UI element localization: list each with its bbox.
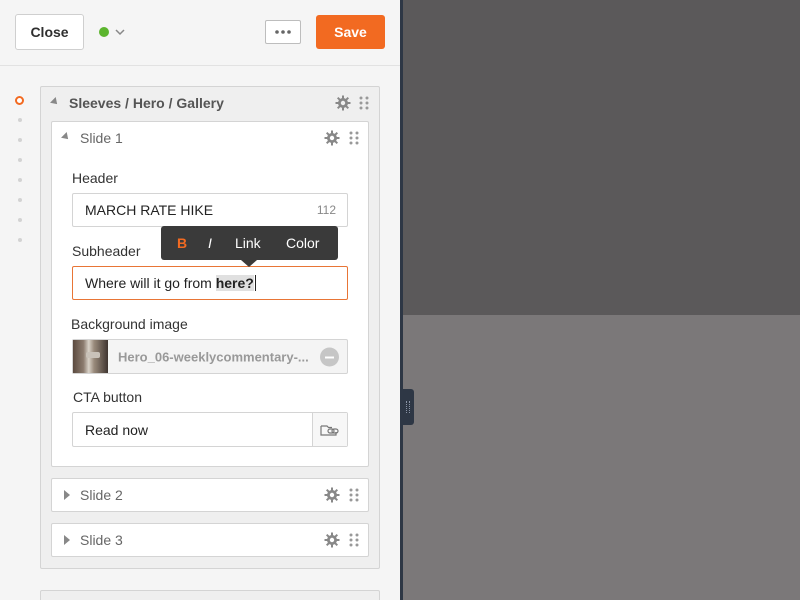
- cta-input[interactable]: Read now: [72, 412, 348, 447]
- cta-value: Read now: [85, 421, 149, 438]
- gear-icon[interactable]: [324, 532, 340, 548]
- save-button[interactable]: Save: [316, 15, 385, 49]
- step-marker-active[interactable]: [15, 96, 24, 105]
- expand-triangle-icon[interactable]: [64, 535, 70, 545]
- editor-panel: Close Save Sleeves / Hero / Gallery Slid…: [0, 0, 400, 600]
- editor-topbar: Close Save: [0, 0, 400, 66]
- gear-icon[interactable]: [335, 95, 351, 111]
- resize-handle[interactable]: [402, 389, 414, 425]
- image-thumbnail: [73, 340, 108, 373]
- cta-label: CTA button: [73, 389, 143, 405]
- preview-lower-area: [403, 315, 800, 600]
- slide-title[interactable]: Slide 1: [80, 130, 123, 146]
- subheader-input[interactable]: Where will it go from here?: [72, 266, 348, 300]
- bold-button[interactable]: B: [177, 235, 187, 251]
- step-marker[interactable]: [18, 218, 22, 222]
- link-icon: [320, 424, 339, 436]
- color-button[interactable]: Color: [286, 235, 319, 251]
- step-marker[interactable]: [18, 198, 22, 202]
- background-file-name: Hero_06-weeklycommentary-...: [118, 349, 309, 364]
- remove-icon[interactable]: [320, 347, 339, 366]
- header-input[interactable]: MARCH RATE HIKE 112: [72, 193, 348, 227]
- italic-button[interactable]: I: [208, 235, 212, 251]
- background-image-field[interactable]: Hero_06-weeklycommentary-...: [72, 339, 348, 374]
- gear-icon[interactable]: [324, 487, 340, 503]
- close-button[interactable]: Close: [15, 14, 84, 50]
- preview-area: [403, 0, 800, 315]
- gear-icon[interactable]: [324, 130, 340, 146]
- step-marker[interactable]: [18, 118, 22, 122]
- slide-title[interactable]: Slide 3: [80, 532, 123, 548]
- breadcrumb[interactable]: Sleeves / Hero / Gallery: [69, 95, 224, 111]
- step-marker[interactable]: [18, 158, 22, 162]
- drag-handle-icon[interactable]: [349, 487, 359, 503]
- text-caret: [254, 275, 256, 291]
- step-marker[interactable]: [18, 238, 22, 242]
- format-toolbar: B I Link Color: [161, 226, 338, 260]
- next-section-card[interactable]: [40, 590, 380, 600]
- char-count: 112: [316, 203, 336, 217]
- selected-text: here?: [215, 275, 254, 291]
- more-icon: [275, 30, 291, 34]
- header-label: Header: [72, 170, 118, 186]
- panel-divider: [400, 0, 403, 600]
- expand-triangle-icon[interactable]: [64, 490, 70, 500]
- chevron-down-icon[interactable]: [114, 26, 126, 38]
- drag-handle-icon[interactable]: [349, 130, 359, 146]
- link-button[interactable]: Link: [235, 235, 261, 251]
- link-picker-button[interactable]: [312, 413, 347, 446]
- header-value: MARCH RATE HIKE: [85, 202, 214, 218]
- status-indicator[interactable]: [99, 27, 109, 37]
- step-marker[interactable]: [18, 178, 22, 182]
- subheader-value: Where will it go from here?: [85, 275, 256, 291]
- slide-title[interactable]: Slide 2: [80, 487, 123, 503]
- toolbar-pointer: [241, 260, 257, 267]
- step-marker[interactable]: [18, 138, 22, 142]
- drag-handle-icon[interactable]: [359, 95, 369, 111]
- more-button[interactable]: [265, 20, 301, 44]
- background-image-label: Background image: [71, 316, 188, 332]
- subheader-label: Subheader: [72, 243, 141, 259]
- drag-handle-icon[interactable]: [349, 532, 359, 548]
